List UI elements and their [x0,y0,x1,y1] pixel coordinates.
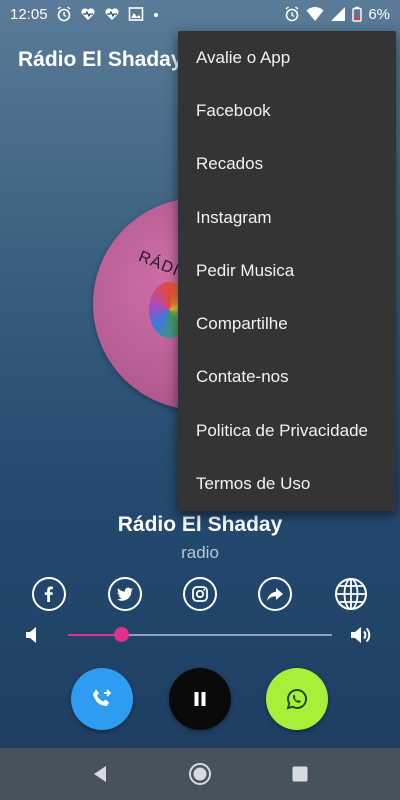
home-button[interactable] [188,762,212,786]
menu-item-instagram[interactable]: Instagram [178,191,396,244]
instagram-icon [192,586,208,602]
facebook-icon [44,586,53,602]
back-button[interactable] [88,762,112,786]
alarm-icon [285,6,299,22]
volume-slider[interactable] [68,634,332,636]
menu-item-terms[interactable]: Termos de Uso [178,457,396,510]
toolbar: Rádio El Shaday [18,40,183,80]
volume-mute-icon [26,627,36,643]
station-genre: radio [181,543,219,562]
menu-item-privacy-policy[interactable]: Politica de Privacidade [178,404,396,457]
signal-icon [331,7,346,21]
menu-item-contact[interactable]: Contate-nos [178,351,396,404]
whatsapp-button[interactable] [266,668,328,730]
pause-button[interactable] [169,668,231,730]
recents-button[interactable] [288,762,312,786]
facebook-button[interactable] [32,577,66,611]
volume-fill [68,634,121,636]
back-triangle-icon [94,766,106,782]
volume-thumb[interactable] [113,627,129,642]
heart-monitor-icon [80,8,95,20]
dot-icon [153,13,158,17]
battery-low-icon [352,6,363,22]
website-button[interactable] [334,577,368,611]
app-title: Rádio El Shaday [18,48,183,71]
overflow-menu: Avalie o App Facebook Recados Instagram … [178,31,396,511]
call-button[interactable] [71,668,133,730]
heart-monitor-icon [104,8,119,20]
recents-square-icon [292,766,308,782]
share-arrow-icon [267,588,283,601]
volume-up-icon [351,627,371,643]
image-icon [128,7,143,21]
menu-item-request-song[interactable]: Pedir Musica [178,244,396,297]
instagram-button[interactable] [183,577,217,611]
status-time: 12:05 [10,5,48,23]
system-nav-bar [0,748,400,800]
social-links [0,577,400,611]
menu-item-facebook[interactable]: Facebook [178,84,396,137]
alarm-icon [57,6,70,22]
player-controls [0,668,400,730]
share-button[interactable] [258,577,292,611]
phone-forward-icon [93,689,112,706]
twitter-button[interactable] [108,577,142,611]
twitter-icon [117,587,133,601]
whatsapp-icon [286,688,308,710]
volume-control [0,620,400,650]
menu-item-recados[interactable]: Recados [178,138,396,191]
station-name: Rádio El Shaday [117,513,283,536]
wifi-icon [306,6,324,21]
pause-icon [194,692,206,706]
home-circle-icon [189,763,211,785]
battery-percent: 6% [368,5,390,23]
status-bar: 12:05 6% [0,0,400,28]
menu-item-rate-app[interactable]: Avalie o App [178,31,396,84]
globe-icon [335,578,367,610]
menu-item-share[interactable]: Compartilhe [178,297,396,350]
